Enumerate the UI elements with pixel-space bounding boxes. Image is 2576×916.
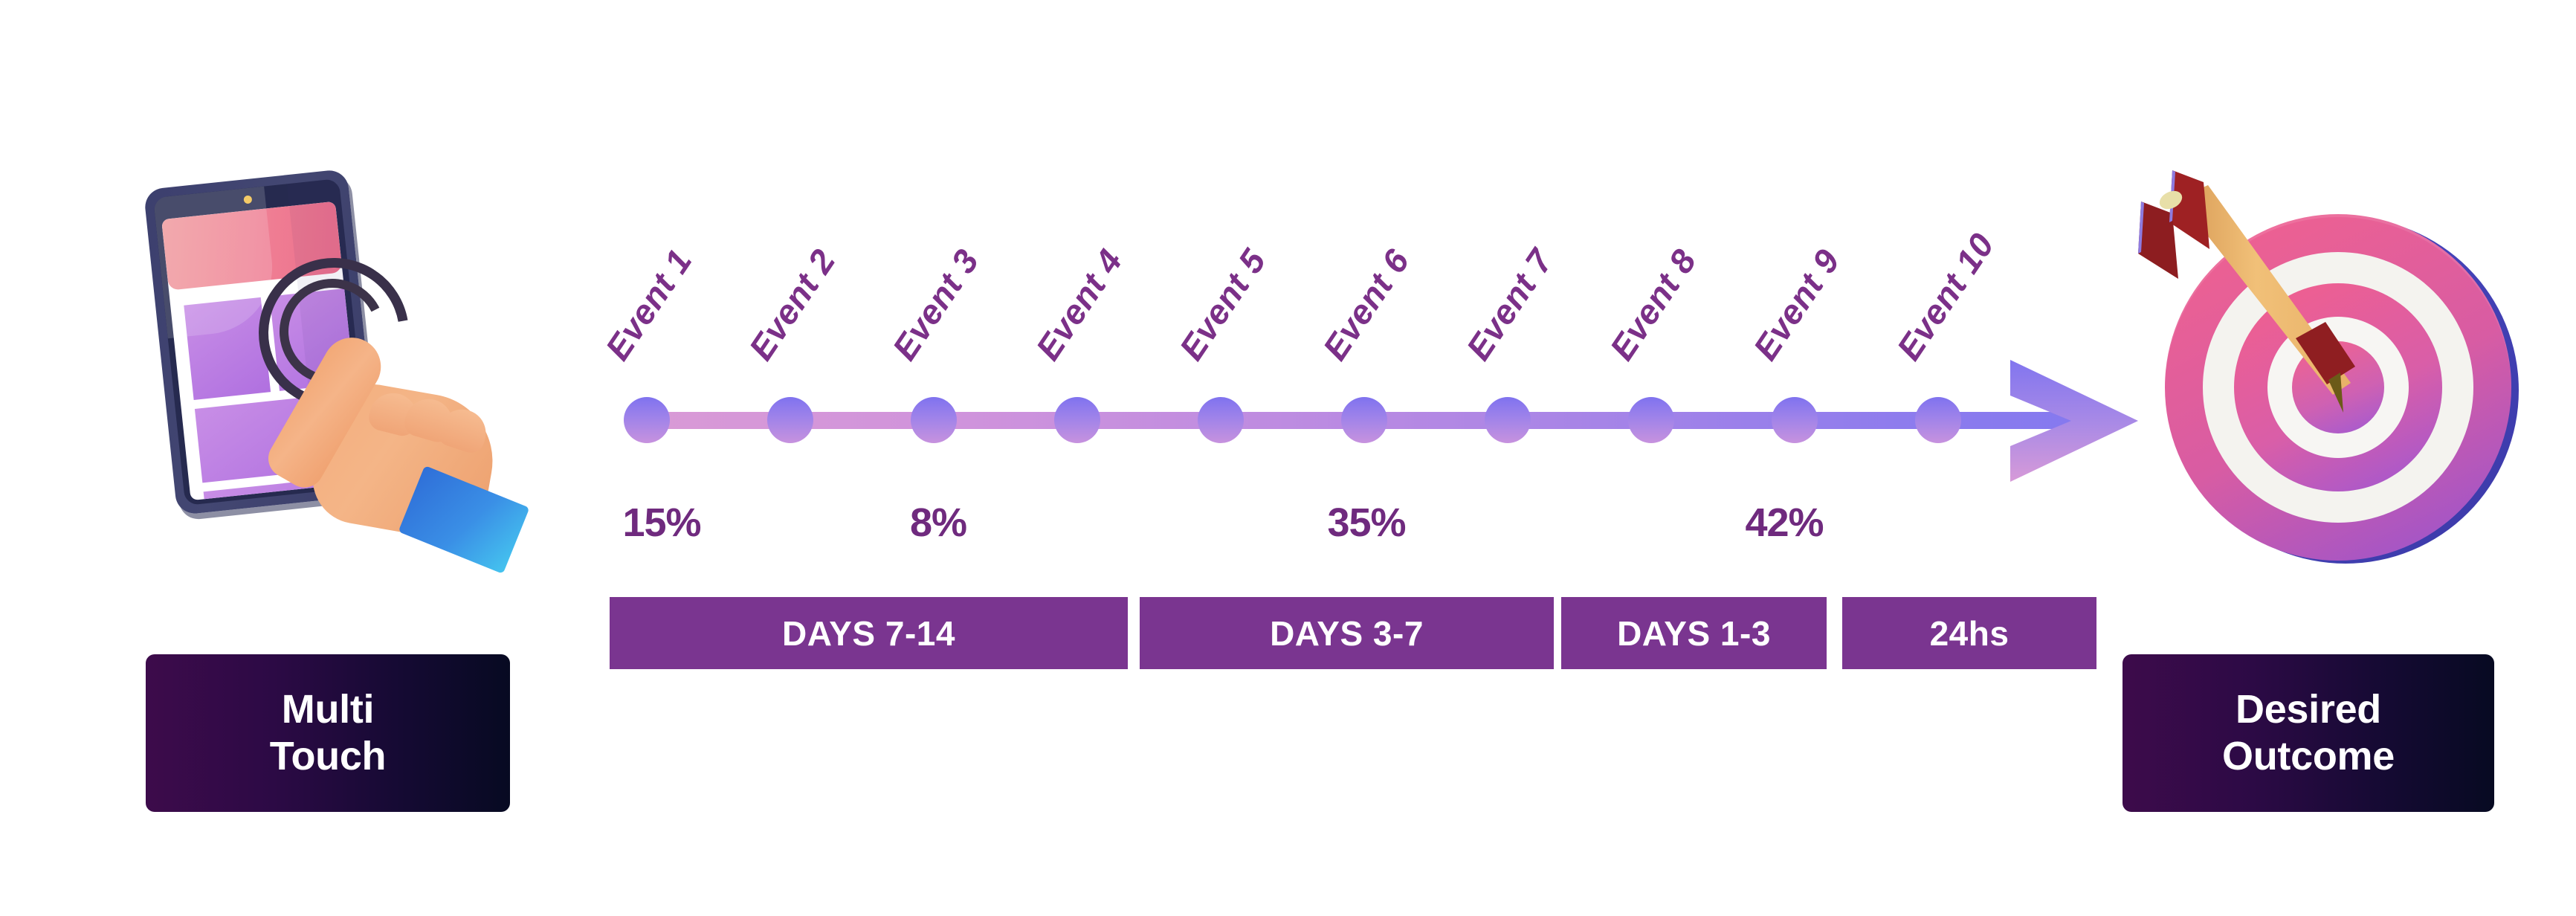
- desired-outcome-label-box: Desired Outcome: [2123, 654, 2494, 812]
- event-label: Event 9: [1746, 242, 1847, 367]
- conversion-percentage: 8%: [909, 500, 967, 545]
- multi-touch-label-box: Multi Touch: [146, 654, 510, 812]
- dartboard-dart-icon: [2126, 167, 2543, 591]
- phase-bar-label: 24hs: [1929, 613, 2010, 653]
- event-label: Event 4: [1028, 242, 1130, 367]
- timeline-dot[interactable]: [1628, 397, 1674, 443]
- phase-bar[interactable]: DAYS 7-14: [610, 597, 1128, 669]
- timeline-dot[interactable]: [624, 397, 670, 443]
- multi-touch-label: Multi Touch: [269, 687, 387, 778]
- phone-tap-icon: [134, 160, 530, 574]
- sleeve-cuff: [398, 465, 530, 574]
- event-label: Event 2: [741, 242, 843, 367]
- conversion-percentage: 15%: [622, 500, 701, 545]
- phase-bar-label: DAYS 7-14: [782, 613, 955, 653]
- timeline-dot[interactable]: [767, 397, 813, 443]
- timeline-dot[interactable]: [1341, 397, 1387, 443]
- event-label: Event 3: [885, 242, 987, 367]
- timeline-dot[interactable]: [1054, 397, 1100, 443]
- hand-pointing-icon: [259, 325, 530, 574]
- timeline-dot[interactable]: [1915, 397, 1961, 443]
- phase-bar-label: DAYS 1-3: [1617, 613, 1771, 653]
- arrow-right-icon: [2007, 357, 2141, 485]
- event-label: Event 7: [1459, 242, 1560, 367]
- event-label: Event 6: [1315, 242, 1417, 367]
- phase-bar[interactable]: DAYS 3-7: [1140, 597, 1554, 669]
- timeline-dot[interactable]: [1198, 397, 1244, 443]
- event-label: Event 8: [1602, 242, 1704, 367]
- event-label: Event 5: [1172, 242, 1274, 367]
- timeline-dot[interactable]: [1772, 397, 1818, 443]
- conversion-percentage: 35%: [1327, 500, 1406, 545]
- phase-bar[interactable]: 24hs: [1842, 597, 2096, 669]
- timeline-track: [647, 412, 1940, 429]
- phase-bar-label: DAYS 3-7: [1270, 613, 1424, 653]
- timeline-dot[interactable]: [911, 397, 957, 443]
- event-label: Event 10: [1889, 226, 2002, 367]
- phase-bar[interactable]: DAYS 1-3: [1561, 597, 1827, 669]
- timeline-dot[interactable]: [1485, 397, 1531, 443]
- desired-outcome-label: Desired Outcome: [2222, 687, 2395, 778]
- event-label: Event 1: [598, 242, 700, 367]
- timeline-arrow-stem: [1933, 412, 2082, 429]
- conversion-percentage: 42%: [1745, 500, 1824, 545]
